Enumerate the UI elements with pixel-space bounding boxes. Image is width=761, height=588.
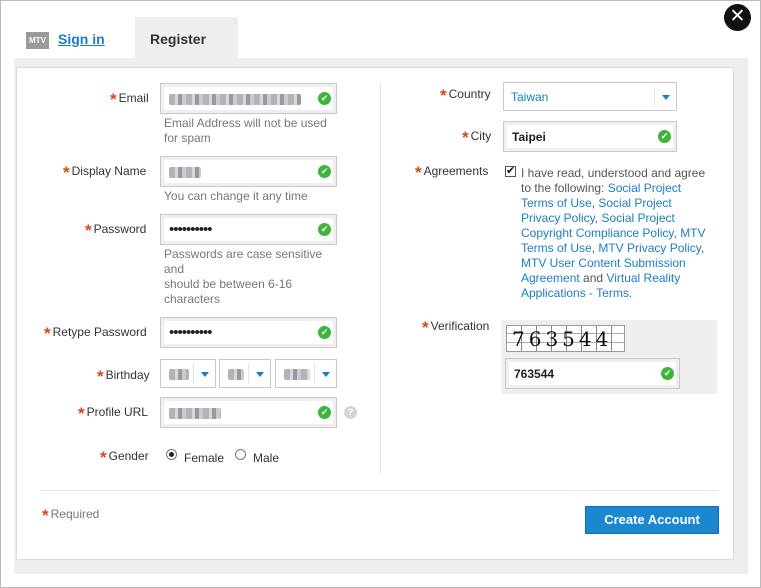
profile-url-valid-icon: ✔ <box>318 406 331 419</box>
help-icon[interactable]: ? <box>344 406 357 419</box>
display-name-value-redacted <box>169 167 201 178</box>
agreements-text: I have read, understood and agree to the… <box>521 166 706 300</box>
birthday-month-redacted <box>169 369 189 380</box>
email-value-redacted <box>169 94 301 105</box>
password-valid-icon: ✔ <box>318 223 331 236</box>
mtv-logo: MTV <box>26 32 49 49</box>
password-masked-value: •••••••••• <box>169 221 213 238</box>
retype-password-valid-icon: ✔ <box>318 326 331 339</box>
required-note: * Required <box>42 506 100 525</box>
agreements-checkbox[interactable]: ✔ <box>505 166 516 177</box>
city-value: Taipei <box>512 130 546 144</box>
create-account-button[interactable]: Create Account <box>585 506 719 534</box>
retype-password-label: * Retype Password <box>44 324 147 343</box>
gender-female-radio[interactable] <box>166 449 177 460</box>
chevron-down-icon <box>654 87 676 107</box>
chevron-down-icon <box>314 364 336 384</box>
verification-label: * Verification <box>422 318 490 337</box>
tab-strip: MTV Sign in Register <box>1 17 761 58</box>
gender-label: * Gender <box>100 448 149 467</box>
country-select[interactable]: Taiwan <box>503 82 677 111</box>
gender-male-radio[interactable] <box>235 449 246 460</box>
display-name-field[interactable]: ✔ <box>160 156 337 187</box>
country-selected-value: Taiwan <box>511 90 549 104</box>
country-label: * Country <box>440 86 491 105</box>
chevron-down-icon <box>248 364 270 384</box>
verification-value: 763544 <box>514 367 555 381</box>
profile-url-value-redacted <box>169 408 221 419</box>
column-divider <box>380 83 381 473</box>
email-field[interactable]: ✔ <box>160 83 337 114</box>
verification-field[interactable]: 763544 ✔ <box>505 358 680 389</box>
birthday-day-redacted <box>228 369 244 380</box>
profile-url-label: * Profile URL <box>78 404 148 423</box>
retype-password-field[interactable]: •••••••••• ✔ <box>160 317 337 348</box>
birthday-day-select[interactable] <box>219 359 271 388</box>
display-name-hint: You can change it any time <box>164 189 308 203</box>
tab-register[interactable]: Register <box>135 17 238 58</box>
birthday-year-redacted <box>284 369 310 380</box>
password-field[interactable]: •••••••••• ✔ <box>160 214 337 245</box>
gender-female-label: Female <box>184 451 225 465</box>
retype-password-masked-value: •••••••••• <box>169 324 213 341</box>
tab-sign-in[interactable]: Sign in <box>58 31 105 47</box>
email-valid-icon: ✔ <box>318 92 331 105</box>
display-name-valid-icon: ✔ <box>318 165 331 178</box>
city-field[interactable]: Taipei ✔ <box>503 121 677 152</box>
link-mtv-privacy-policy[interactable]: MTV Privacy Policy <box>598 241 700 255</box>
city-valid-icon: ✔ <box>658 130 671 143</box>
birthday-label: * Birthday <box>97 367 150 386</box>
captcha-image: 763544 <box>506 325 625 352</box>
password-label: * Password <box>85 221 147 240</box>
chevron-down-icon <box>193 364 215 384</box>
birthday-year-select[interactable] <box>275 359 337 388</box>
agreements-label: * Agreements <box>415 163 489 182</box>
profile-url-field[interactable]: ✔ <box>160 397 337 428</box>
city-label: * City <box>462 128 492 147</box>
verification-valid-icon: ✔ <box>661 367 674 380</box>
email-hint: Email Address will not be used for spam <box>164 116 327 145</box>
gender-male-label: Male <box>253 451 280 465</box>
footer-divider <box>40 490 718 491</box>
email-label: * Email <box>110 90 149 109</box>
birthday-month-select[interactable] <box>160 359 216 388</box>
display-name-label: * Display Name <box>63 163 147 182</box>
password-hint: Passwords are case sensitive and should … <box>164 247 323 306</box>
